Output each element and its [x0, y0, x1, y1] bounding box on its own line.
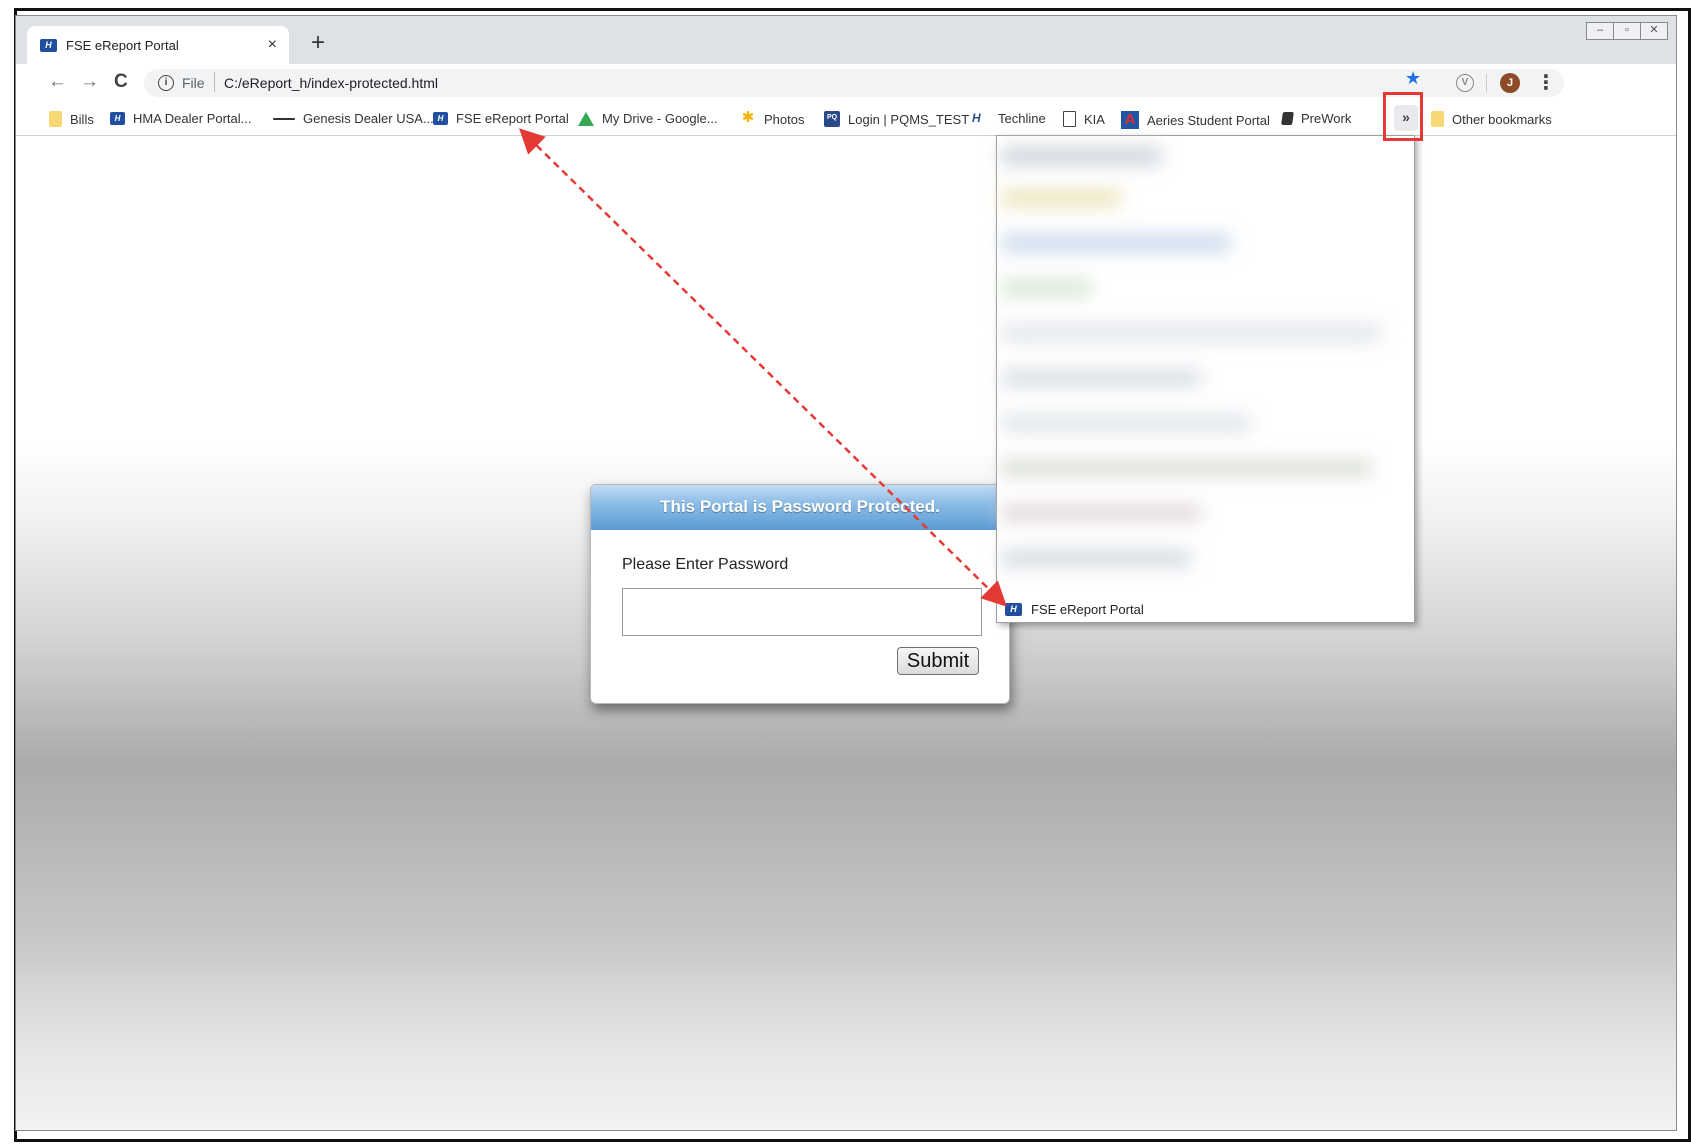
password-input[interactable] — [622, 588, 982, 636]
url-text[interactable]: C:/eReport_h/index-protected.html — [224, 75, 438, 91]
close-tab-icon[interactable]: × — [268, 36, 277, 54]
bookmark-label: Other bookmarks — [1452, 111, 1552, 127]
genesis-icon — [273, 117, 295, 120]
bookmark-label: Photos — [764, 111, 805, 127]
book-icon — [1281, 112, 1294, 125]
folder-icon — [49, 111, 62, 127]
bookmark-fse-ereport[interactable]: H FSE eReport Portal — [433, 111, 569, 126]
forward-arrow-icon[interactable]: → — [80, 72, 99, 92]
drive-icon — [578, 111, 594, 126]
toolbar-divider — [1486, 74, 1487, 92]
scheme-label: File — [182, 75, 205, 91]
navigation-bar: ← → C i File C:/eReport_h/index-protecte… — [16, 64, 1676, 102]
bookmark-pqms-login[interactable]: PQ Login | PQMS_TEST — [824, 111, 969, 127]
bookmark-photos[interactable]: ✱ Photos — [740, 109, 805, 127]
bookmarks-overflow-menu: H FSE eReport Portal — [996, 135, 1415, 623]
bookmark-label: Login | PQMS_TEST — [848, 111, 970, 127]
bookmark-label: Aeries Student Portal — [1147, 112, 1270, 128]
tab-title: FSE eReport Portal — [66, 37, 179, 53]
bookmark-star-icon[interactable]: ★ — [1405, 68, 1421, 89]
new-tab-button[interactable]: + — [311, 31, 325, 55]
tab-fse-ereport[interactable]: H FSE eReport Portal × — [27, 26, 289, 64]
tab-strip: H FSE eReport Portal × + – ▫ ✕ — [16, 16, 1676, 64]
bookmark-techline[interactable]: H Techline — [972, 111, 1046, 126]
highlight-box — [1383, 92, 1423, 141]
bookmark-kia[interactable]: KIA — [1063, 111, 1105, 127]
more-menu-icon[interactable]: ⋮ — [1536, 70, 1556, 95]
techline-icon: H — [972, 111, 981, 125]
bookmark-my-drive[interactable]: My Drive - Google... — [578, 111, 718, 126]
maximize-button[interactable]: ▫ — [1613, 22, 1641, 40]
pqms-icon: PQ — [824, 111, 840, 127]
overflow-item-label: FSE eReport Portal — [1031, 601, 1144, 617]
bookmark-label: FSE eReport Portal — [456, 111, 569, 126]
hyundai-favicon-icon: H — [40, 38, 57, 52]
bookmark-prework[interactable]: PreWork — [1281, 111, 1352, 126]
aeries-icon: A — [1121, 111, 1139, 129]
bookmark-genesis-dealer[interactable]: Genesis Dealer USA... — [273, 111, 434, 126]
address-bar[interactable]: i File C:/eReport_h/index-protected.html — [144, 69, 1564, 97]
hyundai-icon: H — [110, 112, 125, 125]
folder-icon — [1431, 111, 1444, 127]
bookmark-label: Techline — [998, 111, 1046, 126]
document-icon — [1063, 111, 1076, 127]
back-arrow-icon[interactable]: ← — [48, 72, 67, 92]
bookmark-other-bookmarks[interactable]: Other bookmarks — [1431, 111, 1552, 127]
overflow-item-fse-ereport[interactable]: H FSE eReport Portal — [997, 597, 1414, 621]
bookmark-aeries[interactable]: A Aeries Student Portal — [1121, 111, 1270, 129]
password-dialog: This Portal is Password Protected. Pleas… — [590, 484, 1010, 704]
window-controls: – ▫ ✕ — [1586, 22, 1668, 40]
minimize-button[interactable]: – — [1586, 22, 1614, 40]
close-window-button[interactable]: ✕ — [1640, 22, 1668, 40]
bookmark-label: HMA Dealer Portal... — [133, 111, 252, 126]
hyundai-icon: H — [1005, 602, 1022, 616]
profile-avatar[interactable]: J — [1500, 73, 1520, 93]
bookmark-label: Genesis Dealer USA... — [303, 111, 434, 126]
blurred-bookmark-list — [1001, 140, 1401, 595]
hyundai-icon: H — [433, 112, 448, 125]
photos-icon: ✱ — [741, 109, 755, 126]
bookmark-hma-dealer-portal[interactable]: H HMA Dealer Portal... — [110, 111, 252, 126]
bookmark-label: PreWork — [1301, 111, 1352, 126]
info-icon[interactable]: i — [158, 75, 174, 91]
address-divider — [214, 72, 215, 92]
submit-button[interactable]: Submit — [897, 647, 979, 675]
bookmarks-bar: Bills H HMA Dealer Portal... Genesis Dea… — [16, 102, 1676, 136]
password-label: Please Enter Password — [622, 556, 789, 573]
extension-icon[interactable]: V — [1456, 74, 1474, 92]
bookmark-label: KIA — [1084, 111, 1105, 127]
bookmark-label: My Drive - Google... — [602, 111, 718, 126]
bookmark-bills[interactable]: Bills — [49, 111, 94, 127]
dialog-title: This Portal is Password Protected. — [591, 485, 1009, 530]
bookmark-label: Bills — [70, 111, 94, 127]
reload-icon[interactable]: C — [114, 72, 128, 92]
